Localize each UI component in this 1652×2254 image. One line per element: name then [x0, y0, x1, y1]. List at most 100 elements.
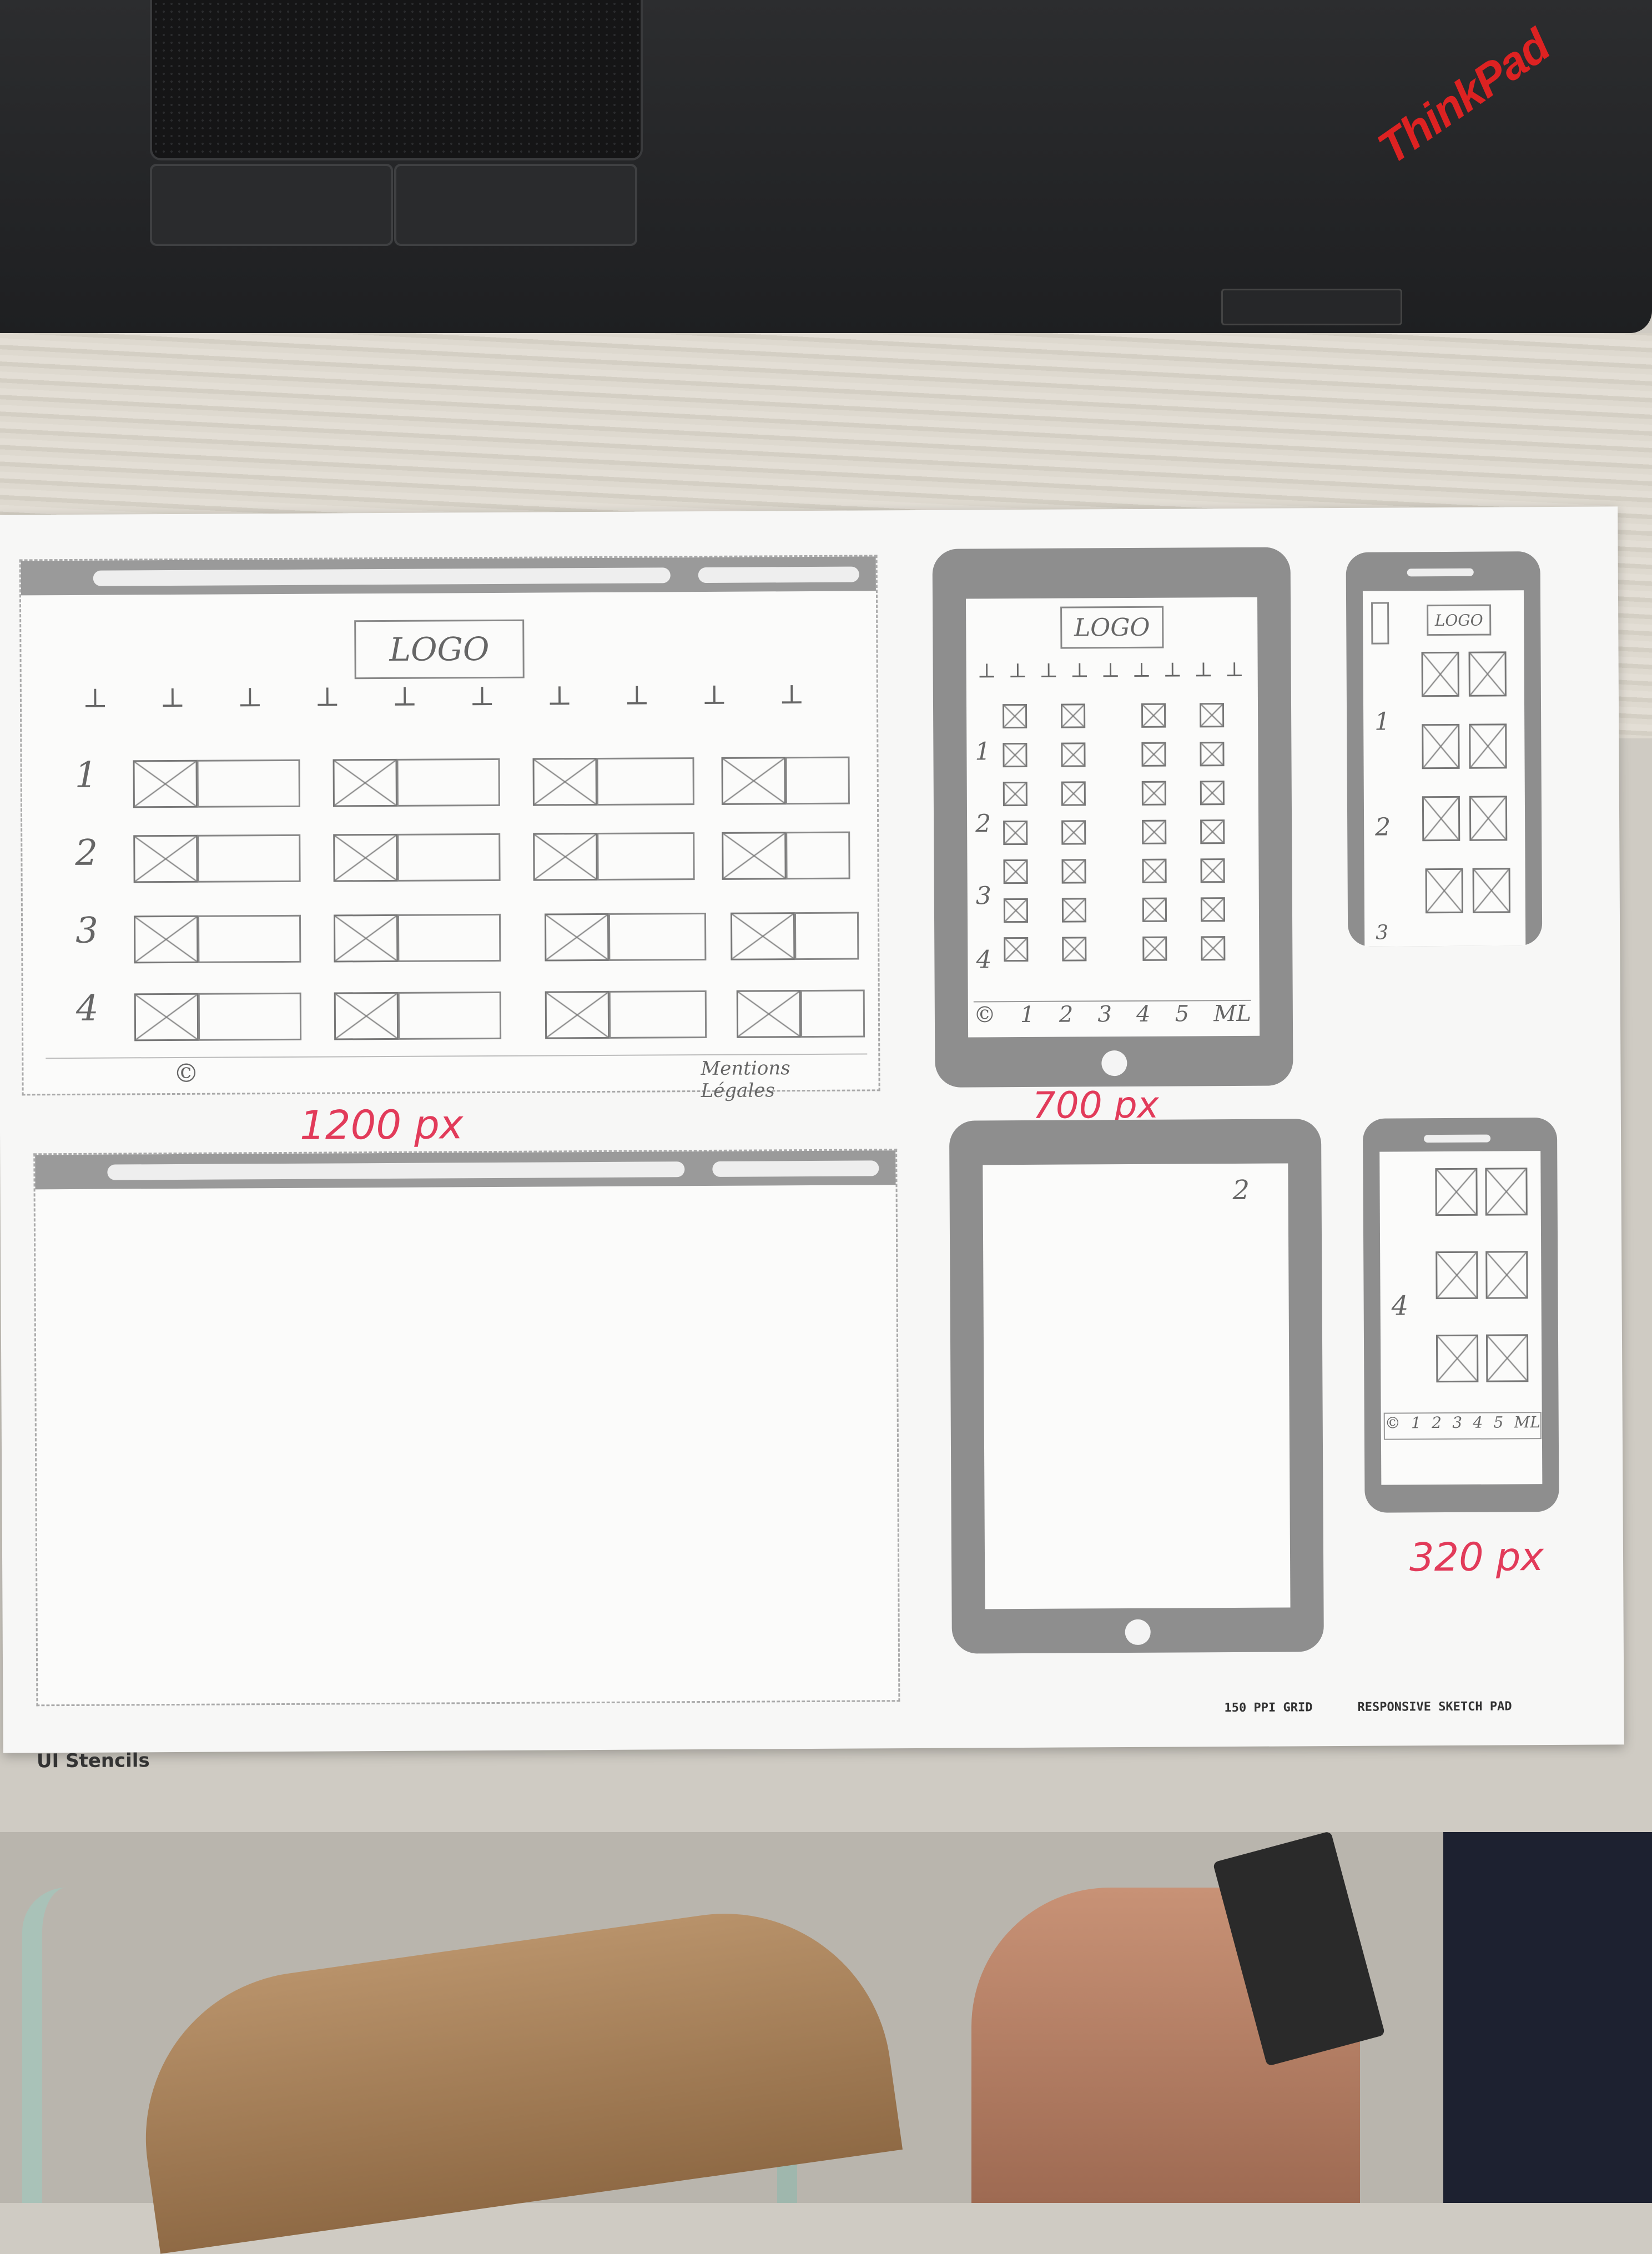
image-placeholder [1485, 1334, 1529, 1382]
image-placeholder [1200, 781, 1225, 806]
product-info [785, 756, 850, 805]
image-placeholder [1472, 868, 1510, 913]
tablet-frame: LOGO ⊥ ⊥ ⊥ ⊥ ⊥ ⊥ ⊥ ⊥ ⊥ 1 2 3 4 © 1 2 3 4… [932, 547, 1293, 1088]
row-number: 1 [975, 737, 991, 766]
chair-leg [22, 1888, 164, 2203]
copyright-icon: © [173, 1058, 199, 1089]
nav-item: ⊥ [1225, 658, 1244, 682]
home-button [1125, 1619, 1151, 1646]
nav-item: ⊥ [82, 682, 108, 714]
sketch-mark: 2 [1232, 1174, 1250, 1206]
image-placeholder [730, 912, 795, 960]
image-placeholder [134, 993, 199, 1042]
image-placeholder [1436, 1251, 1478, 1300]
phone-speaker [1424, 1134, 1491, 1143]
nav-item: ⊥ [1163, 658, 1182, 682]
image-placeholder [1200, 897, 1226, 922]
breakpoint-label-desktop: 1200 px [299, 1101, 464, 1149]
nav-item: ⊥ [1008, 659, 1028, 683]
row-number: 2 [1375, 813, 1391, 842]
image-placeholder [1061, 820, 1086, 845]
home-button [1101, 1050, 1127, 1076]
phone-screen: LOGO 1 2 3 [1362, 590, 1526, 947]
row-number: 1 [1374, 707, 1391, 736]
product-info [785, 831, 850, 880]
tablet-frame-blank: 2 [949, 1119, 1324, 1654]
image-placeholder [133, 834, 198, 883]
image-placeholder [133, 759, 198, 808]
trackpad-left-button [150, 164, 393, 246]
nav-item: ⊥ [315, 681, 340, 713]
trackpad-right-button [394, 164, 637, 246]
page-link: 5 [1493, 1413, 1504, 1432]
image-placeholder [1200, 819, 1225, 844]
page-link: 4 [1136, 1001, 1151, 1027]
image-placeholder [333, 833, 398, 882]
image-placeholder [1425, 868, 1463, 914]
image-placeholder [1141, 703, 1166, 728]
logo-placeholder: LOGO [1060, 606, 1164, 649]
page-link: 3 [1097, 1002, 1112, 1028]
desktop-browser-frame-blank [33, 1149, 900, 1707]
phone-screen: 4 © 1 2 3 4 5 ML [1379, 1151, 1543, 1485]
pagination: © 1 2 3 4 5 ML [973, 999, 1252, 1033]
image-placeholder [532, 758, 597, 806]
image-placeholder [1469, 723, 1507, 769]
image-placeholder [1485, 1168, 1528, 1216]
product-info [397, 991, 502, 1040]
image-placeholder [1003, 820, 1028, 846]
logo-placeholder: LOGO [1427, 604, 1492, 636]
browser-toolbar [21, 556, 876, 596]
nav-item: ⊥ [160, 682, 185, 714]
product-grid [133, 756, 867, 1049]
nav-item: ⊥ [702, 679, 727, 711]
image-placeholder [1201, 936, 1226, 961]
image-placeholder [333, 914, 399, 963]
laptop-brand-logo: ThinkPad [1369, 20, 1559, 174]
ui-stencils-brand: UI Stencils [36, 1749, 150, 1773]
product-info [198, 992, 302, 1041]
row-number: 4 [75, 988, 99, 1029]
product-info [197, 914, 301, 963]
image-placeholder [1003, 781, 1028, 807]
image-placeholder [544, 913, 610, 962]
nav-item: ⊥ [469, 680, 495, 712]
image-placeholder [333, 758, 397, 807]
phone-frame-continued: 4 © 1 2 3 4 5 ML [1362, 1117, 1559, 1513]
hamburger-menu-icon [1371, 602, 1389, 645]
row-number: 4 [976, 945, 992, 974]
grid-spec-label: 150 PPI GRID [1224, 1700, 1313, 1715]
nav-item: ⊥ [1039, 659, 1059, 682]
image-placeholder [736, 990, 802, 1038]
row-number: 3 [975, 882, 991, 910]
nav-item: ⊥ [1132, 658, 1151, 682]
tablet-screen: 2 [983, 1163, 1291, 1609]
pagination: © 1 2 3 4 5 ML [1383, 1412, 1542, 1440]
nav-item: ⊥ [237, 682, 263, 713]
breakpoint-label-phone: 320 px [1409, 1534, 1544, 1581]
search-bar [698, 566, 859, 583]
row-number: 4 [1391, 1290, 1409, 1322]
row-number: 3 [1376, 921, 1389, 944]
product-info [608, 912, 707, 961]
laptop: ThinkPad [0, 0, 1652, 333]
row-number: 1 [74, 754, 98, 796]
url-bar [93, 567, 671, 586]
product-grid [1002, 703, 1248, 976]
image-placeholder [1061, 781, 1086, 806]
image-placeholder [1142, 897, 1167, 922]
search-bar [712, 1160, 879, 1177]
image-placeholder [1061, 898, 1087, 923]
image-placeholder [1062, 937, 1087, 962]
backpack [1443, 1832, 1652, 2203]
phone-speaker [1407, 568, 1474, 577]
legal-notice-link: ML [1213, 1000, 1251, 1027]
product-info [197, 834, 301, 883]
image-placeholder [1003, 859, 1028, 884]
image-placeholder [1061, 742, 1086, 767]
image-placeholder [533, 833, 598, 881]
pad-title-label: RESPONSIVE SKETCH PAD [1357, 1699, 1512, 1714]
nav-item: ⊥ [547, 680, 572, 712]
phone-frame: LOGO 1 2 3 [1346, 551, 1543, 947]
image-placeholder [1060, 703, 1086, 728]
